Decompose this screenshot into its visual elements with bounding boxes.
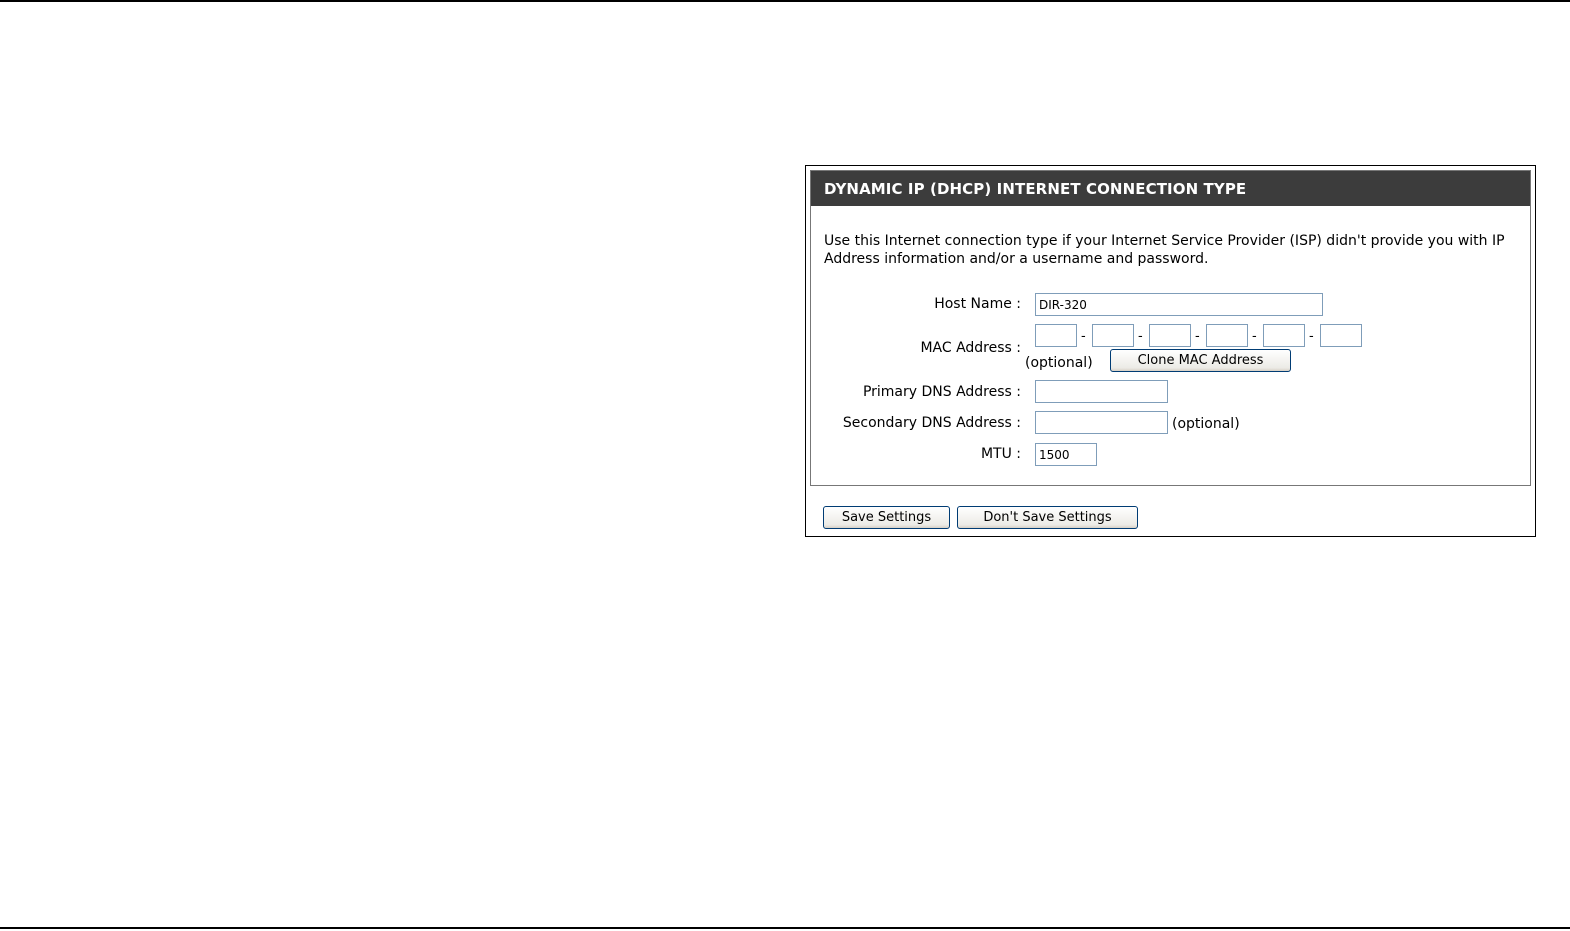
dhcp-settings-panel: DYNAMIC IP (DHCP) INTERNET CONNECTION TY… [805, 165, 1536, 537]
mac-separator: - [1309, 329, 1314, 344]
mac-octet-6-input[interactable] [1320, 324, 1362, 347]
host-name-input[interactable] [1035, 293, 1323, 316]
mac-separator: - [1081, 329, 1086, 344]
mtu-label: MTU : [980, 446, 1021, 462]
secondary-dns-label: Secondary DNS Address : [842, 415, 1021, 431]
section-header: DYNAMIC IP (DHCP) INTERNET CONNECTION TY… [811, 171, 1530, 206]
host-name-label: Host Name : [934, 296, 1021, 312]
mac-octet-5-input[interactable] [1263, 324, 1305, 347]
dont-save-settings-button[interactable]: Don't Save Settings [957, 506, 1138, 529]
mac-octet-2-input[interactable] [1092, 324, 1134, 347]
mac-octet-3-input[interactable] [1149, 324, 1191, 347]
primary-dns-label: Primary DNS Address : [862, 384, 1021, 400]
mtu-input[interactable] [1035, 443, 1097, 466]
mac-address-label: MAC Address : [920, 340, 1021, 356]
secondary-dns-optional-note: (optional) [1172, 416, 1240, 432]
secondary-dns-input[interactable] [1035, 411, 1168, 434]
page-top-rule [0, 0, 1570, 2]
save-settings-button[interactable]: Save Settings [823, 506, 950, 529]
mac-separator: - [1138, 329, 1143, 344]
mac-separator: - [1252, 329, 1257, 344]
mac-optional-note: (optional) [1025, 355, 1093, 371]
clone-mac-address-button[interactable]: Clone MAC Address [1110, 349, 1291, 372]
page-bottom-rule [0, 927, 1570, 929]
section-title: DYNAMIC IP (DHCP) INTERNET CONNECTION TY… [824, 180, 1247, 198]
mac-separator: - [1195, 329, 1200, 344]
mac-octet-1-input[interactable] [1035, 324, 1077, 347]
primary-dns-input[interactable] [1035, 380, 1168, 403]
mac-octet-4-input[interactable] [1206, 324, 1248, 347]
section-description: Use this Internet connection type if you… [824, 233, 1505, 267]
